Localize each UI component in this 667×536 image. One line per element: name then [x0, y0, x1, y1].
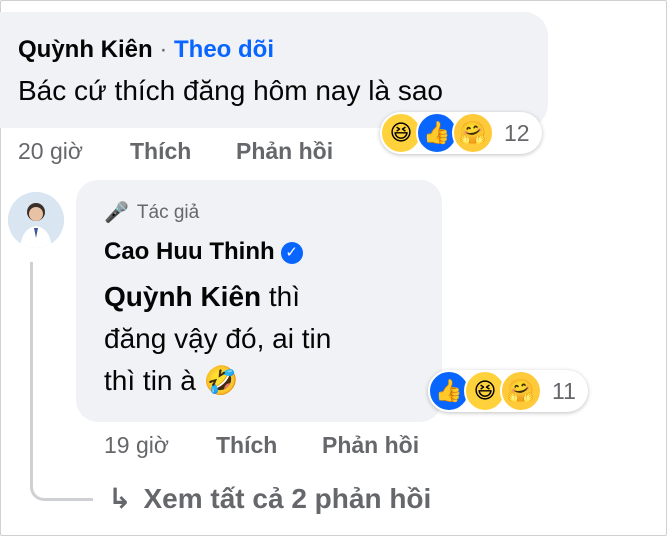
reply-reply-button[interactable]: Phản hồi	[322, 432, 419, 458]
comment-time[interactable]: 20 giờ	[18, 138, 83, 164]
reply-button[interactable]: Phản hồi	[236, 138, 333, 164]
reply-reaction-count: 11	[552, 377, 576, 404]
comment-text: Bác cứ thích đăng hôm nay là sao	[18, 75, 443, 106]
author-avatar[interactable]	[8, 192, 64, 248]
reply-author-name[interactable]: Cao Huu Thinh	[104, 238, 275, 265]
author-badge-label: Tác giả	[136, 201, 200, 223]
reaction-count: 12	[504, 119, 530, 146]
like-button[interactable]: Thích	[130, 138, 191, 164]
reply-like-button[interactable]: Thích	[216, 432, 277, 458]
separator-dot: ·	[159, 36, 168, 63]
see-all-replies-link[interactable]: ↳ Xem tất cả 2 phản hồi	[108, 482, 431, 515]
author-badge: 🎤 Tác giả	[104, 200, 199, 225]
rofl-emoji-icon: 🤣	[203, 365, 239, 396]
commenter-name[interactable]: Quỳnh Kiên	[18, 36, 153, 63]
reply-text-line3: thì tin à	[104, 365, 196, 396]
microphone-icon: 🎤	[104, 202, 129, 224]
reply-time[interactable]: 19 giờ	[104, 432, 169, 458]
care-icon: 🤗	[500, 370, 542, 412]
reply-text-line1: thì	[261, 281, 301, 312]
reply-arrow-icon: ↳	[108, 483, 132, 514]
reaction-summary[interactable]: 😆 👍 🤗 12	[380, 112, 542, 154]
care-icon: 🤗	[452, 112, 494, 154]
comment-header: Quỳnh Kiên · Theo dõi	[18, 36, 274, 64]
verified-badge-icon: ✓	[280, 241, 303, 264]
follow-link[interactable]: Theo dõi	[174, 36, 274, 63]
reply-text: Quỳnh Kiên thì đăng vậy đó, ai tin thì t…	[104, 276, 434, 402]
mention-link[interactable]: Quỳnh Kiên	[104, 281, 261, 312]
reply-reaction-summary[interactable]: 👍 😆 🤗 11	[428, 370, 588, 412]
see-all-label: Xem tất cả 2 phản hồi	[143, 483, 432, 514]
comment-meta: 20 giờ	[18, 138, 83, 165]
reply-text-line2: đăng vậy đó, ai tin	[104, 323, 332, 354]
reply-header: Cao Huu Thinh ✓	[104, 238, 303, 266]
